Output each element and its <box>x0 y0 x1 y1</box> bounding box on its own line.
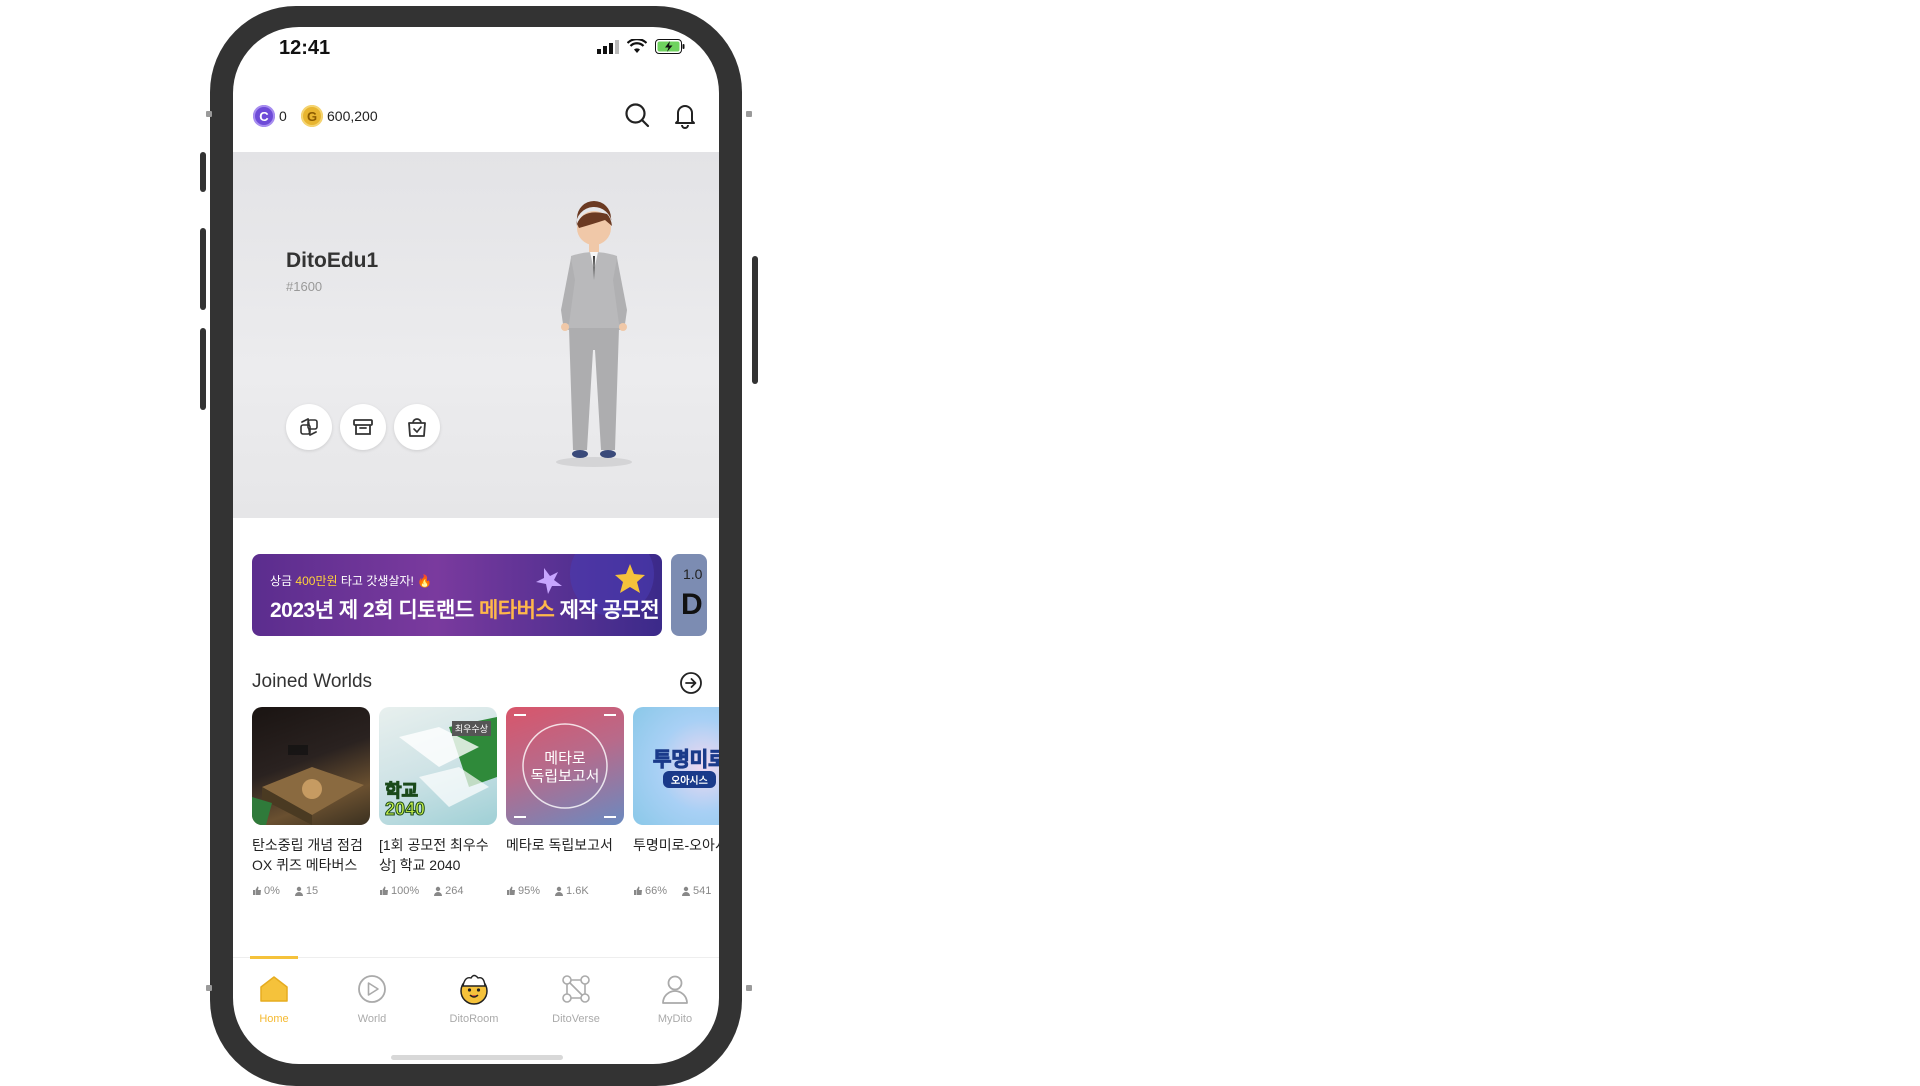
world-player-count: 264 <box>445 885 464 897</box>
world-player-count: 15 <box>305 885 319 897</box>
world-like-rate: 66% <box>645 885 668 897</box>
world-card[interactable]: 투명미로 오아시스 투명미로-오아시스 66% 541 <box>633 707 719 897</box>
network-nodes-icon <box>562 975 590 1003</box>
search-icon[interactable] <box>623 101 651 129</box>
play-circle-icon <box>358 975 386 1003</box>
status-time: 12:41 <box>279 37 331 59</box>
nav-label: MyDito <box>657 1013 693 1025</box>
world-title: [1회 공모전 최우수상] 학교 2040 <box>379 837 489 873</box>
user-icon <box>682 886 691 896</box>
crystal-balance[interactable]: C 0 <box>253 105 287 127</box>
selection-handle <box>746 985 752 991</box>
nav-label: Home <box>259 1013 289 1025</box>
world-thumb-text: 오아시스 <box>663 771 716 788</box>
battery-charging-icon <box>655 39 685 54</box>
avatar-refresh-button[interactable] <box>286 404 332 450</box>
nav-active-indicator <box>250 956 298 959</box>
gold-amount: 600,200 <box>327 108 378 124</box>
world-card[interactable]: 최우수상 학교 2040 [1회 공모전 최우수상] 학교 2040 100% … <box>379 707 497 897</box>
world-stats: 66% 541 <box>633 885 719 897</box>
world-stats: 95% 1.6K <box>506 885 624 897</box>
world-thumb-text: 2040 <box>384 799 426 820</box>
world-thumbnail: 메타로 독립보고서 <box>506 707 624 825</box>
user-icon <box>294 886 303 896</box>
top-bar: C 0 G 600,200 <box>253 97 699 137</box>
arrow-right-circle-icon[interactable] <box>679 671 703 695</box>
contest-banner[interactable]: 상금 400만원 타고 갓생살자! 🔥 2023년 제 2회 디토랜드 메타버스… <box>252 554 662 636</box>
nav-item-home[interactable]: Home <box>239 972 309 1025</box>
next-banner-letter: D <box>681 588 703 621</box>
thumbs-up-icon <box>380 886 388 895</box>
ditoroom-character-icon <box>460 974 488 1005</box>
world-thumbnail: 최우수상 학교 2040 <box>379 707 497 825</box>
nav-label: DitoRoom <box>449 1013 499 1025</box>
nav-item-ditoverse[interactable]: DitoVerse <box>541 972 611 1025</box>
world-title: 탄소중립 개념 점검 OX 퀴즈 메타버스 <box>252 837 363 873</box>
selection-handle <box>206 111 212 117</box>
wifi-icon <box>627 39 647 53</box>
nav-label: DitoVerse <box>552 1013 600 1025</box>
world-card[interactable]: 탄소중립 개념 점검 OX 퀴즈 메타버스 0% 15 <box>252 707 370 897</box>
banner-subtitle: 상금 400만원 타고 갓생살자! 🔥 <box>270 574 433 588</box>
world-like-rate: 95% <box>518 885 541 897</box>
avatar-3d-character[interactable] <box>549 200 639 470</box>
phone-screen: 12:41 C 0 G 600,200 DitoEdu1 #1600 상금 40… <box>233 27 719 1064</box>
refresh-avatar-icon <box>300 418 318 436</box>
nav-item-mydito[interactable]: MyDito <box>640 972 710 1025</box>
home-indicator <box>391 1055 563 1060</box>
world-card[interactable]: 메타로 독립보고서 메타로 독립보고서 95% 1.6K <box>506 707 624 897</box>
selection-handle <box>746 111 752 117</box>
home-icon <box>260 976 288 1002</box>
status-icons <box>597 39 685 54</box>
gold-balance[interactable]: G 600,200 <box>301 105 378 127</box>
nav-item-ditoroom[interactable]: DitoRoom <box>439 972 509 1025</box>
user-icon <box>434 886 443 896</box>
world-like-rate: 100% <box>391 885 420 897</box>
world-thumb-text: 투명미로 <box>653 749 719 772</box>
world-thumbnail <box>252 707 370 825</box>
joined-worlds-title: Joined Worlds <box>252 671 373 692</box>
phone-power-button <box>752 256 758 384</box>
signal-icon <box>597 39 619 54</box>
crystal-amount: 0 <box>279 108 287 124</box>
phone-mute-switch <box>200 152 206 192</box>
phone-volume-up <box>200 228 206 310</box>
selection-handle <box>206 985 212 991</box>
world-stats: 0% 15 <box>252 885 370 897</box>
world-title: 투명미로-오아시스 <box>633 837 719 853</box>
nav-label: World <box>357 1013 387 1025</box>
thumbs-up-icon <box>507 886 515 895</box>
thumbs-up-icon <box>253 886 261 895</box>
shop-button[interactable] <box>394 404 440 450</box>
next-banner-text: 1.0 <box>683 566 703 582</box>
crystal-coin-icon: C <box>253 105 275 127</box>
inventory-button[interactable] <box>340 404 386 450</box>
nav-item-world[interactable]: World <box>337 972 407 1025</box>
world-like-rate: 0% <box>264 885 280 897</box>
archive-box-icon <box>353 419 373 435</box>
profile-name: DitoEdu1 <box>286 249 379 272</box>
bell-icon[interactable] <box>671 101 699 129</box>
profile-tag: #1600 <box>286 279 323 294</box>
world-stats: 100% 264 <box>379 885 497 897</box>
shopping-bag-icon <box>408 418 426 437</box>
next-banner-peek[interactable]: 1.0 D <box>671 554 707 636</box>
gold-coin-icon: G <box>301 105 323 127</box>
world-thumbnail: 투명미로 오아시스 <box>633 707 719 825</box>
world-title: 메타로 독립보고서 <box>506 837 613 853</box>
world-player-count: 541 <box>693 885 712 897</box>
world-badge: 최우수상 <box>451 721 491 736</box>
world-player-count: 1.6K <box>566 885 589 897</box>
profile-hero: DitoEdu1 #1600 <box>233 152 719 518</box>
bottom-nav: Home World DitoRoom DitoVerse MyDito <box>233 956 719 1038</box>
banner-title: 2023년 제 2회 디토랜드 메타버스 제작 공모전 <box>270 599 660 622</box>
user-profile-icon <box>662 975 688 1004</box>
user-icon <box>555 886 564 896</box>
thumbs-up-icon <box>634 886 642 895</box>
phone-volume-down <box>200 328 206 410</box>
world-thumb-text: 독립보고서 <box>530 768 600 785</box>
